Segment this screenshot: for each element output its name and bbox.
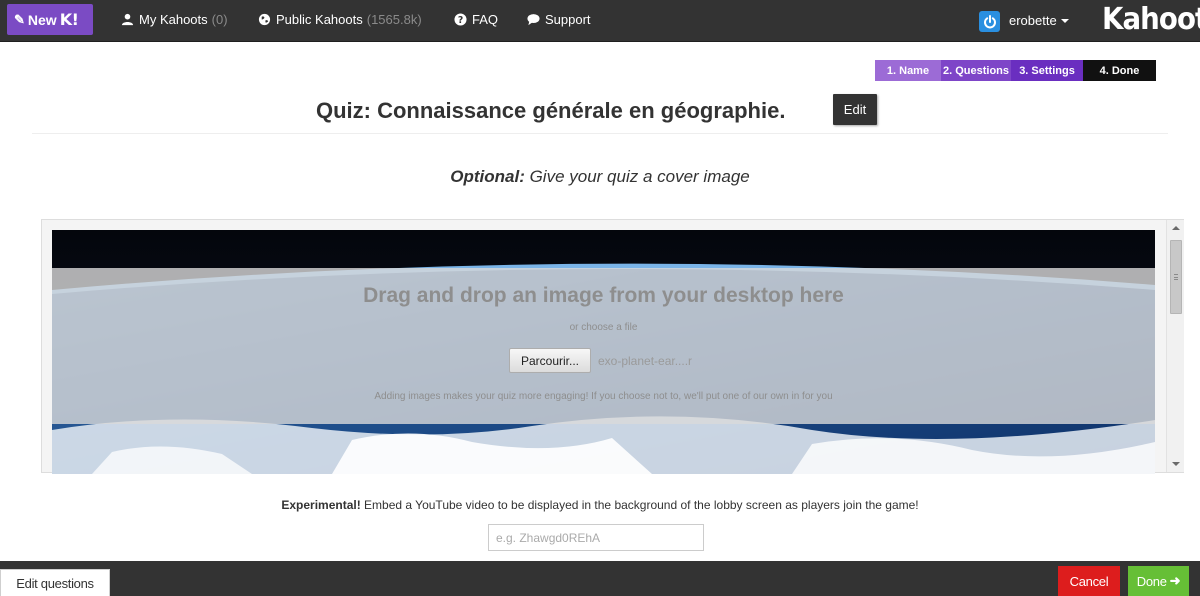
- optional-label: Optional:: [450, 167, 525, 186]
- globe-icon: [258, 13, 271, 26]
- cover-image-heading: Optional: Give your quiz a cover image: [0, 167, 1200, 187]
- panel-scrollbar[interactable]: [1166, 220, 1184, 472]
- browse-button[interactable]: Parcourir...: [509, 348, 591, 373]
- svg-text:?: ?: [458, 15, 463, 26]
- scroll-up-icon[interactable]: [1172, 226, 1180, 230]
- power-button[interactable]: [979, 11, 1000, 32]
- done-label: Done: [1136, 573, 1167, 589]
- step-questions[interactable]: 2. Questions: [941, 60, 1011, 81]
- youtube-description: Experimental! Embed a YouTube video to b…: [0, 498, 1200, 512]
- optional-text: Give your quiz a cover image: [524, 167, 750, 186]
- question-circle-icon: ?: [454, 13, 467, 26]
- choose-file-text: or choose a file: [569, 322, 638, 333]
- power-icon: [983, 14, 996, 28]
- file-input: Parcourir... exo-planet-ear....r: [509, 348, 692, 373]
- dropzone[interactable]: Drag and drop an image from your desktop…: [52, 268, 1155, 424]
- new-k-label: K!: [59, 10, 79, 29]
- public-kahoots-count: (1565.8k): [366, 12, 422, 27]
- drag-drop-text: Drag and drop an image from your desktop…: [363, 284, 844, 307]
- my-kahoots-count: (0): [211, 12, 228, 27]
- wizard-steps: 1. Name 2. Questions 3. Settings 4. Done: [875, 60, 1156, 81]
- edit-title-button[interactable]: Edit: [833, 94, 877, 125]
- scrollbar-thumb[interactable]: [1170, 240, 1182, 314]
- step-name[interactable]: 1. Name: [875, 60, 941, 81]
- footer-bar: [0, 561, 1200, 596]
- top-navbar: ✎ New K! My Kahoots (0) Public Kahoots (…: [0, 0, 1200, 42]
- experimental-label: Experimental!: [281, 498, 361, 512]
- my-kahoots-label: My Kahoots: [139, 12, 208, 27]
- arrow-right-icon: ➜: [1169, 573, 1181, 588]
- user-menu[interactable]: erobette: [1009, 13, 1069, 28]
- kahoot-logo: Kahoot!: [1102, 2, 1200, 37]
- edit-questions-tab[interactable]: Edit questions: [0, 569, 110, 596]
- youtube-id-input[interactable]: [488, 524, 704, 551]
- nav-public-kahoots[interactable]: Public Kahoots (1565.8k): [258, 12, 422, 27]
- support-label: Support: [545, 12, 591, 27]
- user-icon: [121, 13, 134, 26]
- step-settings[interactable]: 3. Settings: [1011, 60, 1083, 81]
- nav-my-kahoots[interactable]: My Kahoots (0): [121, 12, 228, 27]
- caret-down-icon: [1060, 18, 1069, 23]
- public-kahoots-label: Public Kahoots: [276, 12, 363, 27]
- pencil-icon: ✎: [14, 11, 25, 27]
- youtube-text: Embed a YouTube video to be displayed in…: [360, 498, 919, 512]
- cover-hint: Adding images makes your quiz more engag…: [374, 391, 833, 402]
- cover-image-panel: Drag and drop an image from your desktop…: [41, 219, 1184, 474]
- nav-support[interactable]: Support: [527, 12, 591, 27]
- quiz-title: Quiz: Connaissance générale en géographi…: [316, 98, 786, 123]
- speech-bubble-icon: [527, 14, 540, 26]
- new-kahoot-button[interactable]: ✎ New K!: [7, 4, 93, 35]
- step-done: 4. Done: [1083, 60, 1156, 81]
- username: erobette: [1009, 13, 1057, 28]
- cancel-button[interactable]: Cancel: [1058, 566, 1120, 596]
- done-button[interactable]: Done ➜: [1128, 566, 1189, 596]
- scroll-down-icon[interactable]: [1172, 462, 1180, 466]
- nav-faq[interactable]: ? FAQ: [454, 12, 498, 27]
- new-label: New: [27, 11, 57, 28]
- faq-label: FAQ: [472, 12, 499, 27]
- selected-file-name: exo-planet-ear....r: [598, 353, 693, 368]
- divider: [32, 133, 1168, 134]
- grip-icon: [1174, 274, 1178, 280]
